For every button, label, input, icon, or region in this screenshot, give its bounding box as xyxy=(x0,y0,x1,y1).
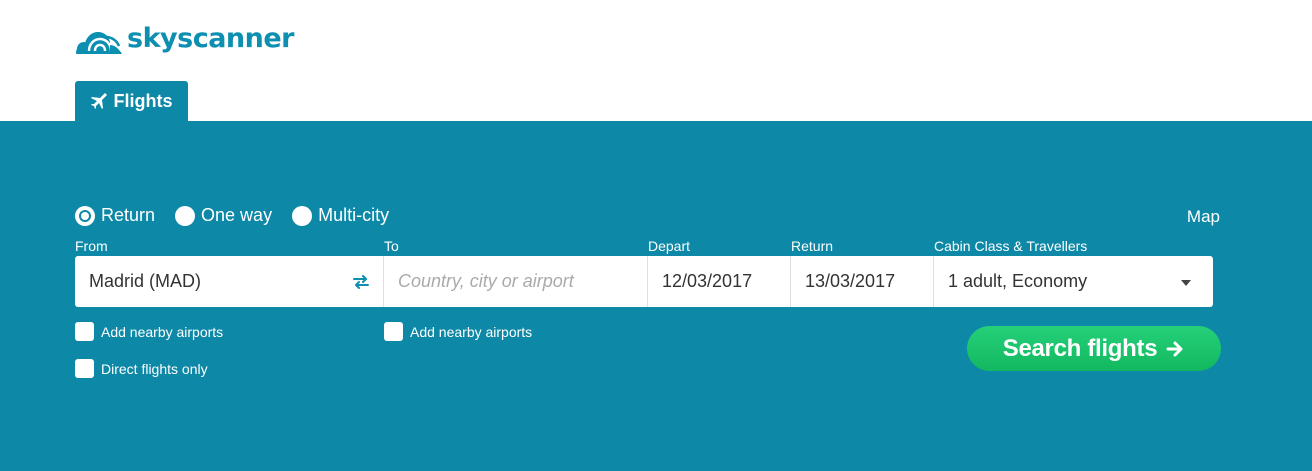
depart-label: Depart xyxy=(648,238,691,254)
trip-type-selector: Return One way Multi-city xyxy=(75,205,409,226)
to-field[interactable] xyxy=(384,256,648,307)
radio-one-way[interactable]: One way xyxy=(175,205,272,226)
checkbox-box[interactable] xyxy=(75,322,94,341)
tab-flights[interactable]: Flights xyxy=(75,81,188,121)
radio-multi-city[interactable]: Multi-city xyxy=(292,205,389,226)
search-flights-button[interactable]: Search flights xyxy=(967,326,1221,371)
from-value: Madrid (MAD) xyxy=(89,271,202,291)
tab-flights-label: Flights xyxy=(113,90,173,111)
search-form-row: Madrid (MAD) 12/03/2017 13/03/2017 1 adu… xyxy=(75,256,1213,307)
depart-value: 12/03/2017 xyxy=(662,271,753,291)
return-value: 13/03/2017 xyxy=(805,271,896,291)
from-nearby-airports-label: Add nearby airports xyxy=(101,323,224,340)
plane-icon xyxy=(90,93,107,109)
from-label: From xyxy=(75,238,108,254)
swap-icon[interactable] xyxy=(352,275,370,289)
radio-button-selected[interactable] xyxy=(75,205,95,226)
to-nearby-airports-checkbox[interactable]: Add nearby airports xyxy=(384,322,532,341)
radio-button[interactable] xyxy=(292,205,313,226)
to-input[interactable] xyxy=(398,271,628,292)
skyscanner-logo[interactable]: skyscanner xyxy=(75,23,295,55)
radio-return[interactable]: Return xyxy=(75,205,155,226)
map-link[interactable]: Map xyxy=(1187,207,1220,227)
brand-name: skyscanner xyxy=(127,23,295,54)
skyscanner-cloud-icon xyxy=(76,31,122,54)
search-flights-label: Search flights xyxy=(1002,334,1158,362)
depart-field[interactable]: 12/03/2017 xyxy=(648,256,791,307)
to-nearby-airports-label: Add nearby airports xyxy=(410,323,533,340)
arrow-right-icon xyxy=(1166,341,1183,356)
from-field[interactable]: Madrid (MAD) xyxy=(75,256,384,307)
checkbox-box[interactable] xyxy=(384,322,403,341)
direct-flights-checkbox[interactable]: Direct flights only xyxy=(75,359,208,378)
search-panel: Return One way Multi-city Map From To De… xyxy=(0,121,1312,471)
cabin-travellers-select[interactable]: 1 adult, Economy xyxy=(934,256,1213,307)
cabin-label: Cabin Class & Travellers xyxy=(934,238,1088,254)
return-label: Return xyxy=(791,238,834,254)
cabin-value: 1 adult, Economy xyxy=(948,271,1088,291)
chevron-down-icon xyxy=(1181,280,1191,286)
from-nearby-airports-checkbox[interactable]: Add nearby airports xyxy=(75,322,223,341)
checkbox-box[interactable] xyxy=(75,359,94,378)
radio-button[interactable] xyxy=(175,205,196,226)
radio-one-way-label: One way xyxy=(201,205,273,225)
radio-return-label: Return xyxy=(101,205,156,225)
to-label: To xyxy=(384,238,399,254)
direct-flights-label: Direct flights only xyxy=(101,360,208,377)
radio-multi-city-label: Multi-city xyxy=(318,205,390,225)
return-field[interactable]: 13/03/2017 xyxy=(791,256,934,307)
